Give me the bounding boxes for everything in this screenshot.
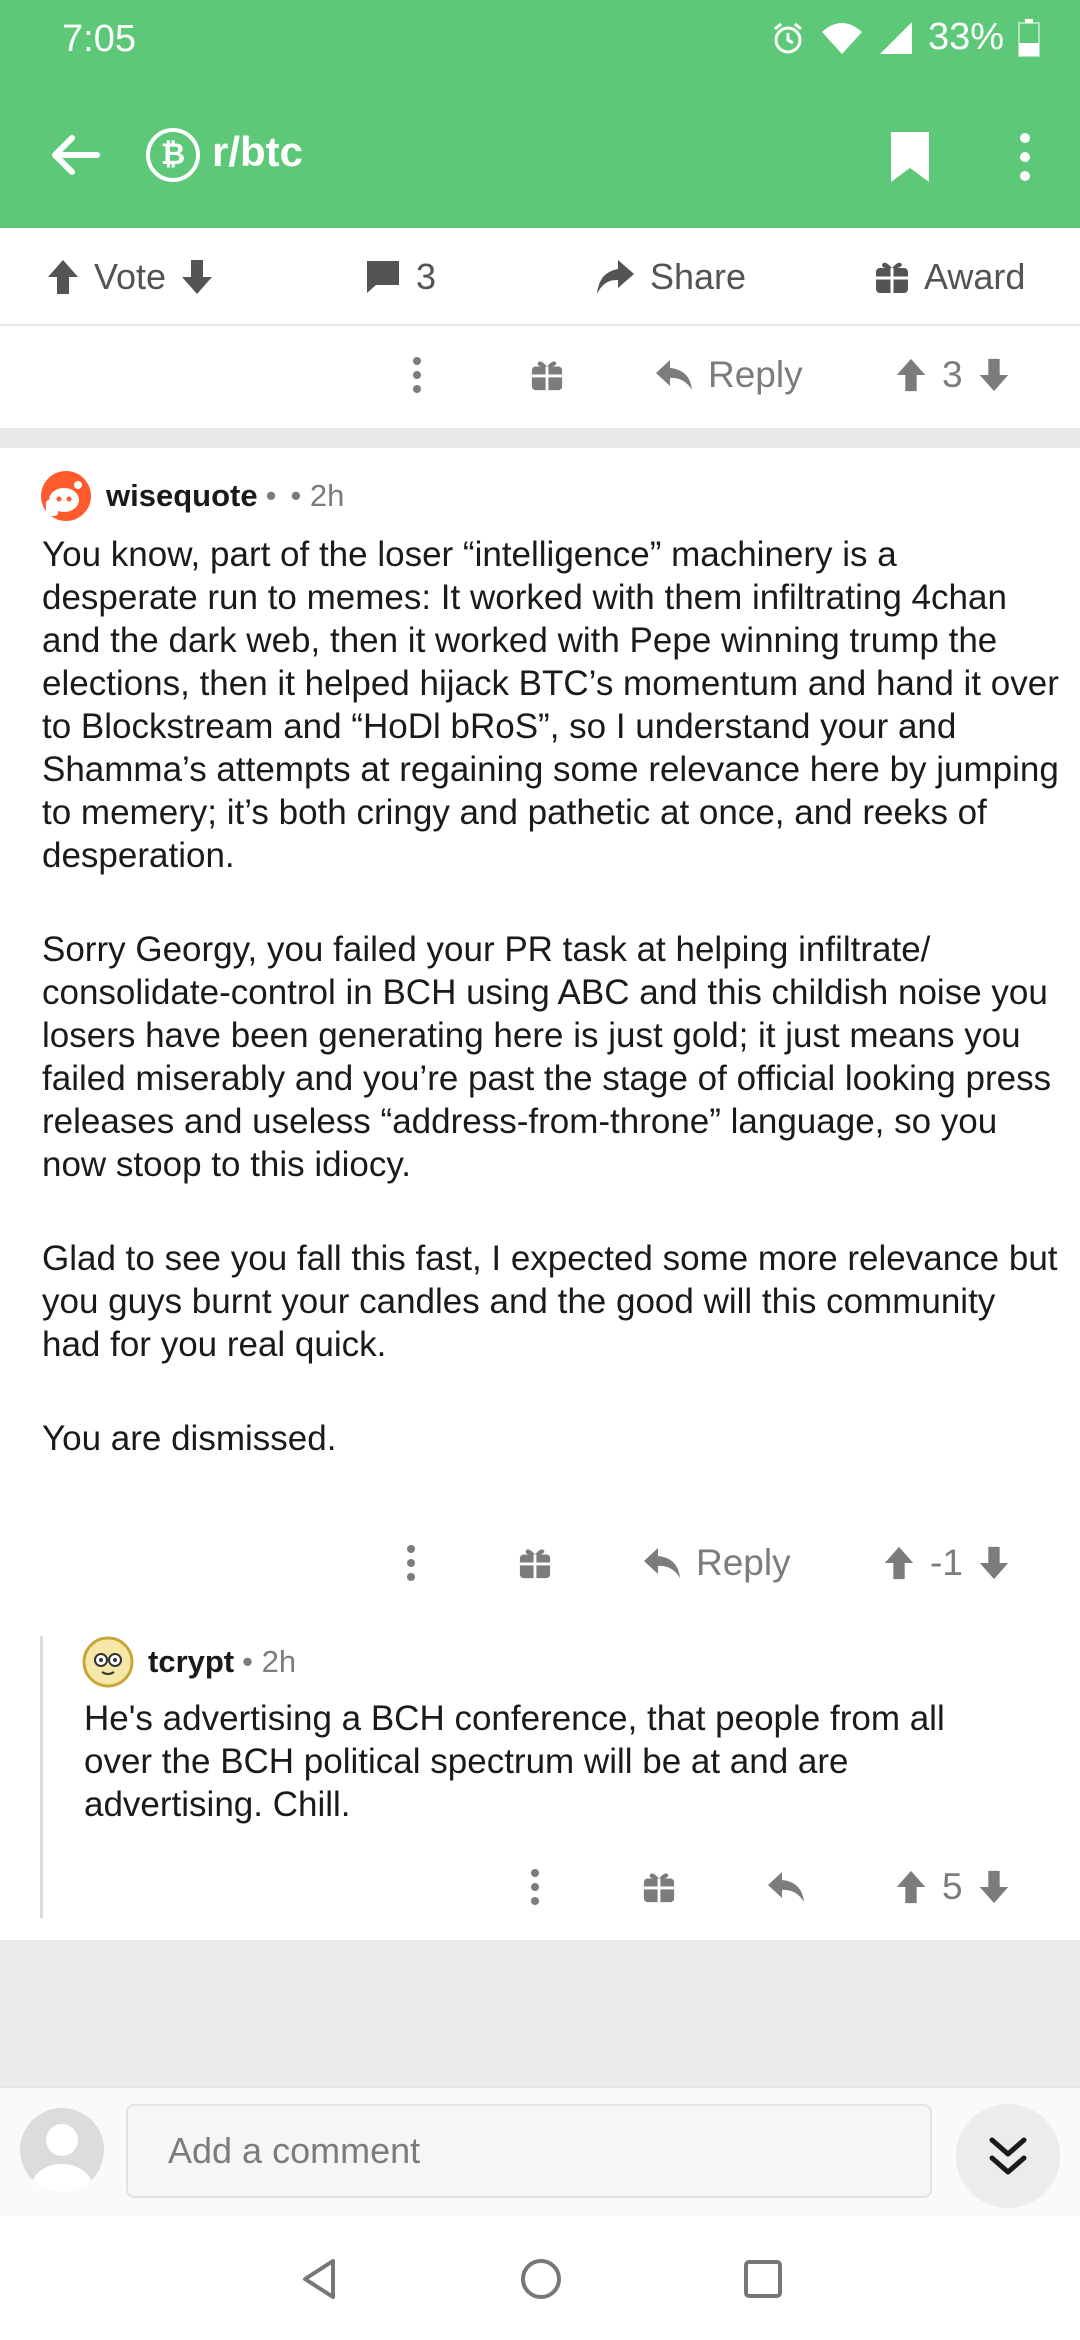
upvote-icon[interactable] — [894, 357, 928, 393]
award-icon — [531, 361, 563, 391]
comment-paragraph: You know, part of the loser “intelligenc… — [42, 535, 1059, 875]
share-icon — [597, 260, 634, 294]
vote-label: Vote — [94, 256, 167, 297]
add-comment-input[interactable]: Add a comment — [126, 2104, 932, 2198]
comment-more-button[interactable] — [412, 340, 422, 410]
signal-icon — [878, 20, 914, 56]
comment-score: -1 — [930, 1542, 963, 1583]
wifi-icon — [820, 20, 864, 56]
reply-label: Reply — [696, 1542, 791, 1583]
comment-count: 3 — [416, 256, 437, 297]
nav-recents-button[interactable] — [738, 2254, 788, 2304]
comment-header: wisequote • • 2h — [40, 470, 344, 522]
comment-actions: Reply -1 — [0, 1528, 1080, 1598]
share-button[interactable]: Share — [594, 228, 746, 326]
app-header: 7:05 33% ₿ r/btc — [0, 0, 1080, 228]
award-icon — [876, 262, 908, 293]
comment-vote-control: 5 — [894, 1852, 1011, 1922]
bitcoin-icon[interactable]: ₿ — [146, 128, 200, 182]
comment-age: • 2h — [242, 1644, 297, 1679]
reply-icon — [768, 1872, 804, 1902]
upvote-icon[interactable] — [894, 1869, 928, 1905]
comment-reply-button[interactable] — [766, 1852, 806, 1922]
vote-control: Vote — [46, 228, 214, 326]
upvote-icon[interactable] — [46, 258, 80, 296]
collapse-icon — [989, 2137, 1027, 2175]
battery-icon — [1018, 18, 1040, 57]
back-button[interactable] — [40, 120, 110, 190]
comment-paragraph: Glad to see you fall this fast, I expect… — [42, 1239, 1058, 1364]
meta-separator: • — [265, 478, 277, 513]
comment-reply-button[interactable]: Reply — [654, 340, 803, 410]
parent-comment-actions: Reply 3 — [0, 340, 1080, 410]
comment-actions: 5 — [0, 1852, 1080, 1922]
avatar[interactable] — [20, 2108, 104, 2192]
comment-score: 3 — [942, 354, 963, 395]
award-label: Award — [924, 256, 1026, 297]
nav-back-icon — [303, 2259, 335, 2299]
upvote-icon[interactable] — [882, 1545, 916, 1581]
avatar[interactable] — [82, 1636, 134, 1688]
downvote-icon[interactable] — [977, 1545, 1011, 1581]
comment-icon — [367, 261, 399, 293]
comment-body: You know, part of the loser “intelligenc… — [42, 533, 1062, 1460]
award-button[interactable]: Award — [874, 228, 1025, 326]
downvote-icon[interactable] — [977, 357, 1011, 393]
comment-author[interactable]: tcrypt — [148, 1644, 234, 1680]
downvote-icon[interactable] — [977, 1869, 1011, 1905]
compose-bar: Add a comment — [0, 2086, 1080, 2216]
reply-label: Reply — [708, 354, 803, 395]
battery-percent: 33% — [927, 16, 1004, 58]
more-vertical-icon — [531, 1869, 539, 1905]
more-vertical-icon — [407, 1545, 415, 1581]
reply-icon — [656, 360, 692, 390]
share-label: Share — [650, 256, 747, 297]
nav-home-icon — [521, 2259, 561, 2299]
subreddit-name[interactable]: r/btc — [212, 128, 303, 176]
comments-end-spacer — [0, 1940, 1080, 2086]
comment-paragraph: He's advertising a BCH conference, that … — [84, 1699, 945, 1824]
nav-back-button[interactable] — [294, 2254, 344, 2304]
status-icons: 33% — [770, 16, 1040, 59]
nav-recents-icon — [744, 2260, 782, 2298]
comment-score: 5 — [942, 1866, 963, 1907]
award-icon — [519, 1549, 551, 1579]
comment-header: tcrypt • 2h — [82, 1636, 296, 1688]
comments-button[interactable]: 3 — [364, 228, 436, 326]
comment-award-button[interactable] — [642, 1852, 676, 1922]
alarm-icon — [770, 20, 806, 56]
comment-more-button[interactable] — [530, 1852, 540, 1922]
comment-award-button[interactable] — [530, 340, 564, 410]
comment-reply-button[interactable]: Reply — [642, 1528, 791, 1598]
status-bar: 7:05 33% — [0, 0, 1080, 80]
downvote-icon[interactable] — [180, 258, 214, 296]
comment-author[interactable]: wisequote — [106, 478, 258, 514]
section-divider — [0, 428, 1080, 448]
comment-paragraph: Sorry Georgy, you failed your PR task at… — [42, 930, 1052, 1184]
comment-body: He's advertising a BCH conference, that … — [84, 1697, 984, 1826]
comment-vote-control: -1 — [882, 1528, 1011, 1598]
more-vertical-icon — [413, 357, 421, 393]
back-arrow-icon — [52, 135, 100, 175]
comment-age: • 2h — [290, 478, 345, 513]
comment-award-button[interactable] — [518, 1528, 552, 1598]
award-icon — [643, 1873, 675, 1903]
system-nav-bar — [0, 2216, 1080, 2340]
more-vertical-icon — [1020, 133, 1030, 181]
reply-icon — [644, 1548, 680, 1578]
bookmark-icon — [891, 132, 929, 182]
comment-more-button[interactable] — [406, 1528, 416, 1598]
overflow-menu-button[interactable] — [1000, 122, 1050, 192]
comment-vote-control: 3 — [894, 340, 1011, 410]
comment-paragraph: You are dismissed. — [42, 1419, 337, 1458]
bookmark-button[interactable] — [880, 122, 940, 192]
post-action-bar: Vote 3 Share Award — [0, 228, 1080, 326]
status-time: 7:05 — [62, 18, 136, 60]
nav-home-button[interactable] — [516, 2254, 566, 2304]
toolbar: ₿ r/btc — [0, 100, 1080, 210]
collapse-comments-button[interactable] — [956, 2104, 1060, 2208]
avatar[interactable] — [40, 470, 92, 522]
